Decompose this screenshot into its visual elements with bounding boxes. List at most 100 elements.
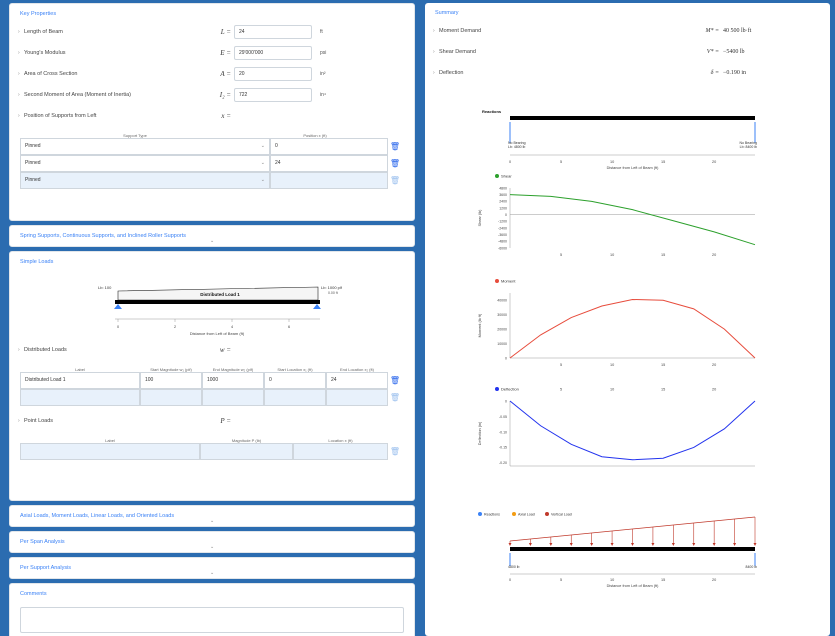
y-tick-label: 30000 [497, 313, 507, 317]
point-cell-input[interactable] [293, 443, 388, 460]
property-symbol: I₂ = [219, 90, 231, 99]
y-tick-label: -3600 [498, 233, 507, 237]
load-left-label: Lb: 100 [98, 285, 112, 290]
trash-icon[interactable]: 🗑 [388, 138, 402, 155]
reactions-tick-label: 20 [712, 160, 716, 164]
support-row: Pinned ⌄ 24 🗑 [20, 155, 404, 172]
comments-header[interactable]: Comments [10, 584, 414, 601]
per-span-section[interactable]: Per Span Analysis ⌄ [9, 531, 415, 553]
y-axis-label: Moment (lb·ft) [478, 313, 482, 337]
point-cell-input[interactable] [200, 443, 293, 460]
load-diagram-content: Lb: 100 Lb: 1000 plf 0.00 ft Distributed… [98, 285, 343, 336]
y-tick-label: 0 [505, 213, 507, 217]
summary-value: −5400 lb [723, 48, 745, 55]
property-unit: in² [320, 70, 326, 77]
load-right-label: Lb: 1000 plf [321, 285, 343, 290]
summary-symbol: δ = [710, 69, 719, 76]
y-tick-label: 0 [505, 399, 507, 403]
property-input[interactable]: 20 [234, 66, 312, 81]
support-position-input[interactable]: 0 [270, 138, 388, 155]
trash-icon[interactable]: 🗑 [388, 443, 402, 460]
property-input[interactable]: 24 [234, 24, 312, 39]
load-name-label: Distributed Load 1 [200, 292, 240, 297]
y-tick-label: -0.15 [499, 446, 507, 450]
dist-cell-input[interactable]: Distributed Load 1 [20, 372, 140, 389]
loads-tick-label: 15 [661, 578, 665, 582]
load-arrow-head [733, 543, 737, 546]
dist-cell-input[interactable]: 0 [264, 372, 326, 389]
support-type-select[interactable]: Pinned ⌄ [20, 138, 270, 155]
trash-icon[interactable]: 🗑 [388, 389, 402, 406]
support-row: Pinned ⌄ 🗑 [20, 172, 404, 189]
chevron-down-icon[interactable]: ⌄ [210, 238, 214, 244]
dist-cell-input[interactable] [140, 389, 202, 406]
axial-loads-section[interactable]: Axial Loads, Moment Loads, Linear Loads,… [9, 505, 415, 527]
reaction-left-label: 4800 lb [508, 565, 520, 569]
load-arrow-head [753, 543, 757, 546]
y-tick-label: 3600 [499, 193, 507, 197]
summary-value: 40 500 lb·ft [723, 27, 752, 34]
reaction-left-sublabel: Lb: 4800 lb [508, 145, 525, 149]
load-arrow-head [631, 543, 634, 546]
summary-header[interactable]: Summary [425, 3, 830, 20]
property-input[interactable]: 29'000'000 [234, 45, 312, 60]
key-properties-header[interactable]: Key Properties [10, 4, 414, 21]
support-type-select[interactable]: Pinned ⌄ [20, 155, 270, 172]
chevron-down-icon[interactable]: ⌄ [210, 570, 214, 576]
property-input[interactable]: 722 [234, 87, 312, 102]
support-position-input[interactable] [270, 172, 388, 189]
reactions-xlabel: Distance from Left of Beam (ft) [607, 166, 659, 170]
chevron-down-icon[interactable]: ⌄ [210, 544, 214, 550]
dist-cell-input[interactable] [20, 389, 140, 406]
spring-supports-section[interactable]: Spring Supports, Continuous Supports, an… [9, 225, 415, 247]
dist-cell-input[interactable]: 100 [140, 372, 202, 389]
diagram-xlabel: Distance from Left of Beam (ft) [190, 331, 245, 336]
reactions-tick-label: 15 [661, 160, 665, 164]
key-properties-card: Key Properties › Length of Beam L = 24 f… [9, 3, 415, 221]
chevron-down-icon: ⌄ [260, 143, 265, 149]
legend-label: Deflection [501, 387, 519, 392]
comments-textarea[interactable] [20, 607, 404, 633]
y-tick-label: 1200 [499, 206, 507, 210]
legend-label: Moment [501, 279, 516, 284]
trash-icon[interactable]: 🗑 [388, 172, 402, 189]
trash-icon[interactable]: 🗑 [388, 372, 402, 389]
supports-symbol: x = [221, 111, 231, 120]
summary-label: Deflection [439, 69, 464, 76]
summary-value: −0.190 in [723, 69, 747, 76]
legend-dot [512, 512, 516, 516]
load-arrow-head [671, 543, 675, 546]
support-row: Pinned ⌄ 0 🗑 [20, 138, 404, 155]
support-position-input[interactable]: 24 [270, 155, 388, 172]
diagram-tick-label: 2 [174, 325, 176, 329]
load-arrow-head [651, 543, 655, 546]
dist-cell-input[interactable]: 1000 [202, 372, 264, 389]
dist-cell-input[interactable] [202, 389, 264, 406]
summary-row: › Deflection δ = −0.190 in [425, 62, 830, 83]
dist-cell-input[interactable]: 24 [326, 372, 388, 389]
chevron-down-icon[interactable]: ⌄ [210, 518, 214, 524]
point-load-row: 🗑 [20, 443, 404, 460]
legend-label: Reactions [484, 513, 500, 517]
y-axis-label: Shear (lb) [478, 209, 482, 226]
property-label: Second Moment of Area (Moment of Inertia… [24, 91, 131, 98]
summary-label: Moment Demand [439, 27, 482, 34]
support-type-select[interactable]: Pinned ⌄ [20, 172, 270, 189]
y-tick-label: -0.20 [499, 461, 507, 465]
dist-cell-input[interactable] [264, 389, 326, 406]
x-tick-label: 15 [661, 363, 665, 367]
simple-loads-header[interactable]: Simple Loads [10, 252, 414, 269]
per-support-section[interactable]: Per Support Analysis ⌄ [9, 557, 415, 579]
x-tick-label: 20 [712, 253, 716, 257]
left-support-icon [114, 304, 122, 309]
x-tick-label: 20 [712, 388, 716, 392]
legend-label: Axial Load [518, 513, 535, 517]
trash-icon[interactable]: 🗑 [388, 155, 402, 172]
dist-cell-input[interactable] [326, 389, 388, 406]
simple-loads-card: Simple Loads Lb: 100 Lb: 1000 plf 0.00 f… [9, 251, 415, 501]
y-tick-label: -0.05 [499, 415, 507, 419]
y-tick-label: 20000 [497, 327, 507, 331]
loads-tick-label: 10 [610, 578, 614, 582]
point-cell-input[interactable] [20, 443, 200, 460]
results-charts: ReactionsNo BearingLb: 4800 lbNo Bearing… [478, 109, 757, 588]
